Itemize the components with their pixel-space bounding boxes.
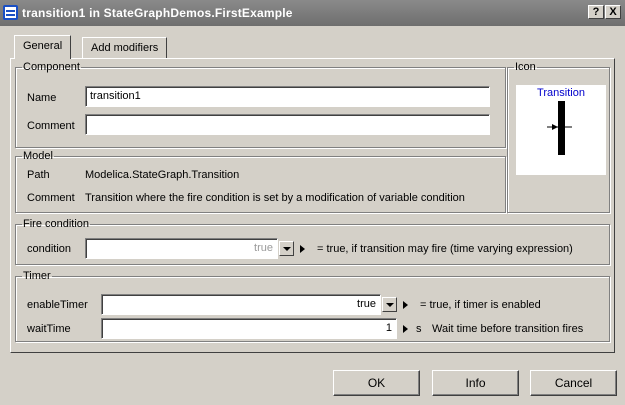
title-bar: transition1 in StateGraphDemos.FirstExam… — [0, 0, 625, 26]
enable-timer-label: enableTimer — [27, 299, 88, 311]
wait-time-description: Wait time before transition fires — [432, 323, 584, 335]
transition-icon-preview: Transition — [516, 85, 606, 175]
path-label: Path — [27, 169, 50, 181]
enable-timer-description: = true, if timer is enabled — [420, 299, 541, 311]
comment-field[interactable] — [85, 114, 490, 135]
info-button[interactable]: Info — [432, 370, 519, 396]
comment-label: Comment — [27, 120, 75, 132]
icon-legend: Icon — [515, 61, 536, 73]
enable-timer-menu-arrow-icon[interactable] — [403, 301, 408, 309]
tab-add-modifiers[interactable]: Add modifiers — [82, 37, 168, 58]
name-field[interactable]: transition1 — [85, 86, 490, 107]
path-value: Modelica.StateGraph.Transition — [85, 169, 240, 181]
model-legend: Model — [23, 150, 53, 162]
enable-timer-field[interactable]: true — [101, 294, 381, 315]
app-icon — [3, 5, 18, 20]
transition-icon — [547, 101, 572, 155]
wait-time-menu-arrow-icon[interactable] — [403, 325, 408, 333]
close-button[interactable]: X — [605, 5, 621, 19]
wait-time-field[interactable]: 1 — [101, 318, 397, 339]
window-title: transition1 in StateGraphDemos.FirstExam… — [22, 6, 293, 20]
name-label: Name — [27, 92, 57, 104]
ok-button[interactable]: OK — [333, 370, 420, 396]
condition-field[interactable]: true — [85, 238, 278, 259]
condition-description: = true, if transition may fire (time var… — [317, 243, 573, 255]
condition-dropdown-button[interactable] — [279, 241, 294, 256]
model-comment-label: Comment — [27, 192, 75, 204]
help-button[interactable]: ? — [588, 5, 604, 19]
fire-condition-legend: Fire condition — [23, 218, 90, 230]
model-comment-value: Transition where the fire condition is s… — [85, 192, 465, 204]
condition-label: condition — [27, 243, 72, 255]
component-legend: Component — [23, 61, 80, 73]
wait-time-label: waitTime — [27, 323, 71, 335]
condition-menu-arrow-icon[interactable] — [300, 245, 305, 253]
timer-legend: Timer — [23, 270, 51, 282]
enable-timer-dropdown-button[interactable] — [382, 297, 397, 312]
cancel-button[interactable]: Cancel — [530, 370, 617, 396]
wait-time-unit: s — [416, 323, 422, 335]
tab-general[interactable]: General — [14, 35, 72, 59]
tab-panel-general: Component Name transition1 Comment Icon … — [10, 58, 615, 353]
